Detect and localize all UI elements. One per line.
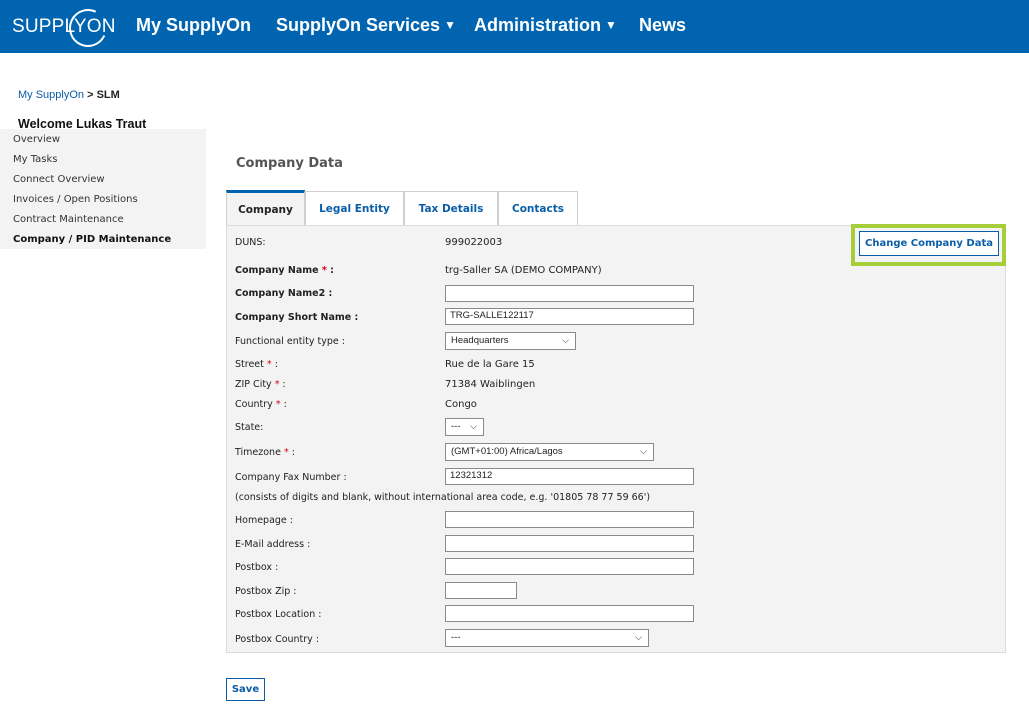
nav-administration-label: Administration <box>474 15 602 35</box>
chevron-down-icon: ⌵ <box>470 421 477 431</box>
nav-my-supplyon[interactable]: My SupplyOn <box>136 15 251 36</box>
postbox-location-label: Postbox Location : <box>235 609 322 620</box>
postbox-label: Postbox : <box>235 562 279 573</box>
supplyon-logo[interactable]: SUPPLYON <box>12 3 116 53</box>
company-name-label-text: Company Name <box>235 265 319 276</box>
homepage-label: Homepage : <box>235 515 294 526</box>
company-name-label: Company Name * : <box>235 265 334 276</box>
postbox-country-value: --- <box>451 632 461 643</box>
postbox-country-select[interactable]: --- ⌵ <box>445 629 649 647</box>
sidebar: Overview My Tasks Connect Overview Invoi… <box>0 129 206 249</box>
chevron-down-icon: ▼ <box>605 18 617 32</box>
required-marker: * <box>266 359 272 370</box>
sidebar-item-company-pid-maintenance[interactable]: Company / PID Maintenance <box>13 234 171 245</box>
label-colon: : <box>274 359 278 370</box>
company-name2-label: Company Name2 : <box>235 288 333 299</box>
fax-hint-text: (consists of digits and blank, without i… <box>235 492 651 503</box>
timezone-label: Timezone * : <box>235 447 295 458</box>
tab-company[interactable]: Company <box>226 190 305 226</box>
logo-ring-icon <box>63 3 113 53</box>
company-short-name-input[interactable]: TRG-SALLE122117 <box>445 308 694 325</box>
sidebar-item-overview[interactable]: Overview <box>13 134 60 145</box>
tab-tax-details[interactable]: Tax Details <box>404 191 498 225</box>
company-fax-label: Company Fax Number : <box>235 472 347 483</box>
sidebar-item-connect-overview[interactable]: Connect Overview <box>13 174 105 185</box>
nav-my-supplyon-label: My SupplyOn <box>136 15 252 35</box>
chevron-down-icon: ⌵ <box>562 335 569 345</box>
tab-legal-entity[interactable]: Legal Entity <box>305 191 404 225</box>
timezone-label-text: Timezone <box>235 447 281 458</box>
breadcrumb: My SupplyOn > SLM <box>18 89 120 101</box>
required-marker: * <box>275 399 281 410</box>
sidebar-item-invoices[interactable]: Invoices / Open Positions <box>13 194 138 205</box>
functional-entity-type-label: Functional entity type : <box>235 336 345 347</box>
breadcrumb-current: SLM <box>96 89 120 101</box>
label-colon: : <box>283 399 287 410</box>
nav-news[interactable]: News <box>639 15 686 36</box>
street-label-text: Street <box>235 359 264 370</box>
top-nav-bar: SUPPLYON My SupplyOn SupplyOn Services ▼ … <box>0 0 1029 53</box>
label-colon: : <box>282 379 286 390</box>
country-label: Country * : <box>235 399 287 410</box>
email-label: E-Mail address : <box>235 539 311 550</box>
change-company-data-button[interactable]: Change Company Data <box>859 231 999 256</box>
email-input[interactable] <box>445 535 694 552</box>
required-marker: * <box>321 265 327 276</box>
country-label-text: Country <box>235 399 273 410</box>
duns-value: 999022003 <box>445 237 503 248</box>
save-button[interactable]: Save <box>226 678 265 701</box>
label-colon: : <box>291 447 295 458</box>
sidebar-item-my-tasks[interactable]: My Tasks <box>13 154 58 165</box>
breadcrumb-separator: > <box>87 89 94 101</box>
zip-city-label: ZIP City * : <box>235 379 286 390</box>
street-value: Rue de la Gare 15 <box>445 359 535 370</box>
country-value: Congo <box>445 399 477 410</box>
timezone-value: (GMT+01:00) Africa/Lagos <box>451 446 563 457</box>
zip-city-value: 71384 Waiblingen <box>445 379 536 390</box>
postbox-input[interactable] <box>445 558 694 575</box>
company-name-value: trg-Saller SA (DEMO COMPANY) <box>445 265 602 276</box>
zip-city-label-text: ZIP City <box>235 379 272 390</box>
chevron-down-icon: ⌵ <box>640 446 647 456</box>
company-short-name-label: Company Short Name : <box>235 312 359 323</box>
chevron-down-icon: ⌵ <box>635 632 642 642</box>
company-fax-input[interactable]: 12321312 <box>445 468 694 485</box>
timezone-select[interactable]: (GMT+01:00) Africa/Lagos ⌵ <box>445 443 654 461</box>
postbox-country-label: Postbox Country : <box>235 634 320 645</box>
required-marker: * <box>274 379 280 390</box>
nav-supplyon-services-label: SupplyOn Services <box>276 15 441 35</box>
state-label: State: <box>235 422 264 433</box>
nav-administration[interactable]: Administration ▼ <box>474 15 617 36</box>
postbox-zip-label: Postbox Zip : <box>235 586 297 597</box>
nav-supplyon-services[interactable]: SupplyOn Services ▼ <box>276 15 456 36</box>
homepage-input[interactable] <box>445 511 694 528</box>
functional-entity-type-value: Headquarters <box>451 335 509 346</box>
required-marker: * <box>283 447 289 458</box>
duns-label: DUNS: <box>235 237 266 248</box>
state-value: --- <box>451 421 461 432</box>
breadcrumb-home-link[interactable]: My SupplyOn <box>18 89 84 101</box>
postbox-location-input[interactable] <box>445 605 694 622</box>
label-colon: : <box>330 265 334 276</box>
tab-contacts[interactable]: Contacts <box>498 191 578 225</box>
sidebar-item-contract-maintenance[interactable]: Contract Maintenance <box>13 214 124 225</box>
state-select[interactable]: --- ⌵ <box>445 418 484 436</box>
page-title: Company Data <box>236 156 343 171</box>
functional-entity-type-select[interactable]: Headquarters ⌵ <box>445 332 576 350</box>
company-name2-input[interactable] <box>445 285 694 302</box>
street-label: Street * : <box>235 359 278 370</box>
postbox-zip-input[interactable] <box>445 582 517 599</box>
nav-news-label: News <box>639 15 687 35</box>
chevron-down-icon: ▼ <box>444 18 456 32</box>
